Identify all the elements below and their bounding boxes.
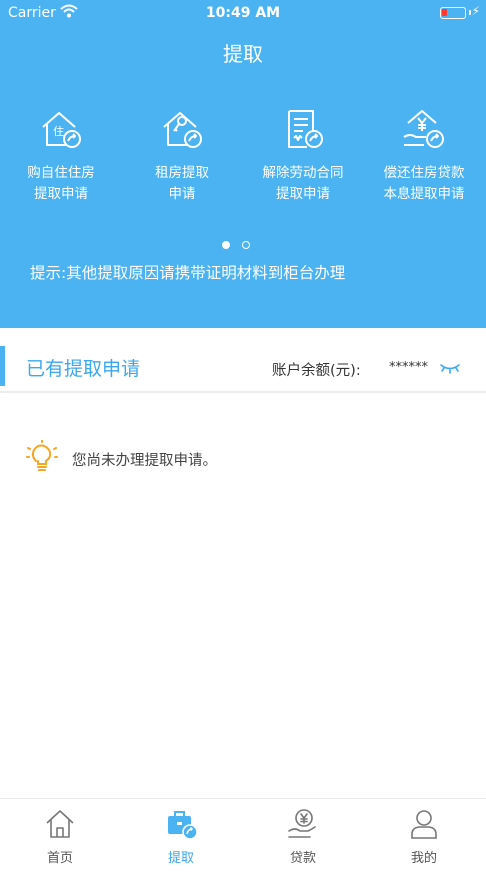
page-title: 提取 <box>223 42 263 66</box>
home-icon <box>46 810 74 838</box>
tab-withdraw[interactable]: 提取 <box>141 807 221 866</box>
balance-label: 账户余额(元): <box>272 363 361 379</box>
service-label: 购自住住房 提取申请 <box>27 165 95 202</box>
hint-text: 提示:其他提取原因请携带证明材料到柜台办理 <box>30 264 346 282</box>
service-label: 租房提取 申请 <box>155 165 209 202</box>
service-terminate-contract[interactable]: 解除劳动合同 提取申请 <box>245 105 361 205</box>
service-rent[interactable]: 租房提取 申请 <box>124 105 240 205</box>
svg-text:住: 住 <box>53 124 64 138</box>
tab-label: 提取 <box>167 851 194 866</box>
service-buy-house[interactable]: 住 购自住住房 提取申请 <box>3 105 119 205</box>
charging-icon: ⚡ <box>471 4 480 18</box>
tab-label: 首页 <box>46 851 73 866</box>
empty-state-text: 您尚未办理提取申请。 <box>72 453 217 469</box>
balance-value: ****** <box>389 360 428 375</box>
tab-loan[interactable]: 贷款 <box>263 807 343 866</box>
yen-house-hand-icon <box>403 110 444 148</box>
lightbulb-icon <box>26 440 58 471</box>
eye-closed-icon[interactable] <box>439 362 461 374</box>
carousel-indicator[interactable] <box>220 240 266 250</box>
house-key-icon <box>163 112 202 148</box>
section-title: 已有提取申请 <box>26 358 141 380</box>
user-icon <box>411 810 437 839</box>
header: Carrier 10:49 AM ⚡ 提取 住 购自住住房 提取申请 租房提取 … <box>0 0 486 328</box>
contract-document-icon <box>288 110 323 148</box>
service-label: 偿还住房贷款 本息提取申请 <box>383 165 465 202</box>
section-accent-bar <box>0 346 5 386</box>
service-label: 解除劳动合同 提取申请 <box>262 165 344 202</box>
carousel-dot[interactable] <box>242 241 250 249</box>
tab-bar: 首页 提取 贷款 我的 <box>0 798 486 872</box>
tab-label: 我的 <box>410 851 437 866</box>
briefcase-icon <box>168 811 198 840</box>
status-bar: Carrier 10:49 AM ⚡ <box>0 0 486 26</box>
house-pen-icon: 住 <box>42 112 81 148</box>
service-repay-loan[interactable]: 偿还住房贷款 本息提取申请 <box>366 105 482 205</box>
clock: 10:49 AM <box>205 5 281 21</box>
applications-header: 已有提取申请 账户余额(元): ****** <box>0 343 486 393</box>
tab-mine[interactable]: 我的 <box>384 807 464 866</box>
tab-label: 贷款 <box>289 851 316 866</box>
tab-home[interactable]: 首页 <box>20 807 100 866</box>
carousel-dot-active[interactable] <box>222 241 230 249</box>
battery-icon <box>440 7 466 19</box>
loan-hand-icon <box>288 809 316 838</box>
